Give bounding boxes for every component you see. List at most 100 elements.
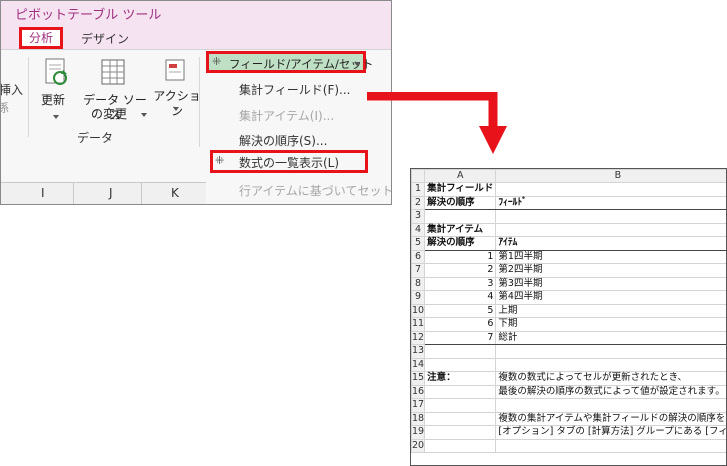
row-header[interactable]: 18	[411, 411, 426, 426]
row-header[interactable]: 7	[411, 263, 426, 278]
row-header[interactable]: 5	[411, 236, 426, 251]
tab-analyze[interactable]: 分析	[19, 27, 63, 49]
cell-b[interactable]: 最後の解決の順序の数式によって値が設定されます。	[495, 384, 726, 399]
row-header[interactable]: 2	[411, 195, 426, 210]
table-row: 14	[411, 357, 726, 372]
select-all-corner[interactable]	[411, 169, 426, 183]
column-header-b[interactable]: B	[495, 169, 726, 183]
menu-row-sets[interactable]: 行アイテムに基づいてセットを作	[239, 182, 391, 199]
chevron-down-icon	[53, 115, 59, 119]
row-header[interactable]: 1	[411, 182, 426, 197]
group-separator	[28, 57, 29, 137]
cell-a[interactable]	[424, 344, 497, 359]
cell-b[interactable]	[495, 344, 726, 359]
menu-list-formulas[interactable]: ⁜ 数式の一覧表示(L)	[210, 150, 368, 173]
cell-b[interactable]	[495, 209, 726, 224]
menu-calculated-item[interactable]: 集計アイテム(I)...	[239, 107, 334, 124]
refresh-button[interactable]: 更新	[37, 57, 75, 123]
group-separator	[199, 57, 200, 147]
table-row: 4 集計アイテム	[411, 222, 726, 237]
table-row: 16 最後の解決の順序の数式によって値が設定されます。	[411, 384, 726, 399]
cell-b[interactable]: 第2四半期	[495, 263, 726, 278]
cell-a[interactable]: 集計アイテム	[424, 222, 497, 237]
row-header[interactable]: 8	[411, 276, 426, 291]
cell-b[interactable]	[495, 357, 726, 372]
row-header[interactable]: 13	[411, 344, 426, 359]
column-header-a[interactable]: A	[424, 169, 497, 183]
cell-b[interactable]: 第1四半期	[495, 249, 726, 264]
cell-a[interactable]: 2	[424, 263, 497, 278]
cell-a[interactable]: 解決の順序	[424, 195, 497, 210]
table-row: 18 複数の集計アイテムや集計フィールドの解決の順序を変	[411, 411, 726, 426]
cell-a[interactable]: 6	[424, 317, 497, 332]
cell-a[interactable]: 解決の順序	[424, 236, 497, 251]
tab-design[interactable]: デザイン	[81, 30, 129, 47]
cell-a[interactable]	[424, 398, 497, 413]
row-header[interactable]: 17	[411, 398, 426, 413]
column-header-i[interactable]: I	[41, 186, 45, 200]
cell-a[interactable]: 集計フィールド	[424, 182, 497, 197]
insert-cut-label: 挿入	[0, 83, 24, 97]
refresh-icon	[45, 58, 67, 85]
row-header[interactable]: 20	[411, 438, 426, 453]
table-row: 17	[411, 398, 726, 413]
cell-b[interactable]: ｱｲﾃﾑ	[495, 236, 726, 251]
row-header[interactable]: 6	[411, 249, 426, 264]
row-header[interactable]: 14	[411, 357, 426, 372]
cell-b[interactable]: 複数の数式によってセルが更新されたとき、	[495, 371, 726, 386]
refresh-label: 更新	[41, 93, 66, 107]
cell-a[interactable]	[424, 438, 497, 453]
cell-a[interactable]	[424, 209, 497, 224]
cell-b[interactable]: 下期	[495, 317, 726, 332]
row-header[interactable]: 4	[411, 222, 426, 237]
action-button[interactable]: アクション	[151, 57, 201, 123]
table-row: 15 注意： 複数の数式によってセルが更新されたとき、	[411, 371, 726, 386]
column-header-k[interactable]: K	[171, 186, 179, 200]
sheet-grid: A B C D 1集計フィールド2解決の順序ﾌｨｰﾙﾄﾞ数式34集計アイテム5解…	[411, 169, 726, 453]
red-arrow-icon	[367, 92, 507, 154]
cell-b[interactable]: 上期	[495, 303, 726, 318]
column-divider	[141, 183, 142, 204]
change-source-label-2: の変更	[90, 107, 127, 121]
menu-calculated-field[interactable]: 集計フィールド(F)...	[239, 81, 350, 98]
cell-b[interactable]	[495, 182, 726, 197]
cell-a[interactable]	[424, 425, 497, 440]
column-divider	[73, 183, 74, 204]
cell-a[interactable]: 1	[424, 249, 497, 264]
row-header[interactable]: 19	[411, 425, 426, 440]
row-header[interactable]: 3	[411, 209, 426, 224]
cell-b[interactable]: 第3四半期	[495, 276, 726, 291]
chevron-down-icon	[141, 113, 147, 117]
table-row: 105上期=第1四半期 +第2四半期	[411, 303, 726, 318]
cell-a[interactable]	[424, 384, 497, 399]
row-header[interactable]: 11	[411, 317, 426, 332]
row-header[interactable]: 15	[411, 371, 426, 386]
row-header[interactable]: 12	[411, 330, 426, 345]
cell-b[interactable]: 複数の集計アイテムや集計フィールドの解決の順序を変	[495, 411, 726, 426]
cell-a[interactable]: 4	[424, 290, 497, 305]
cell-a[interactable]	[424, 411, 497, 426]
table-row: 94第4四半期='1' +'2' +'3'	[411, 290, 726, 305]
cell-a[interactable]	[424, 357, 497, 372]
column-header-row: A B C D	[411, 169, 726, 183]
cell-b[interactable]	[495, 222, 726, 237]
cell-b[interactable]: 総計	[495, 330, 726, 345]
row-header[interactable]: 9	[411, 290, 426, 305]
cell-a[interactable]: 5	[424, 303, 497, 318]
menu-solve-order[interactable]: 解決の順序(S)...	[239, 132, 327, 149]
cell-b[interactable]: ﾌｨｰﾙﾄﾞ	[495, 195, 726, 210]
cell-a[interactable]: 7	[424, 330, 497, 345]
cell-b[interactable]	[495, 438, 726, 453]
row-header[interactable]: 16	[411, 384, 426, 399]
table-row: 83第3四半期='10' +'11' +'12'	[411, 276, 726, 291]
change-data-source-button[interactable]: データ ソース の変更	[79, 57, 151, 123]
row-header[interactable]: 10	[411, 303, 426, 318]
cell-a[interactable]: 3	[424, 276, 497, 291]
fields-items-sets-button[interactable]: ⁜ フィールド/アイテム/セット	[206, 51, 373, 73]
cell-b[interactable]	[495, 398, 726, 413]
cell-a[interactable]: 注意：	[424, 371, 497, 386]
cell-b[interactable]: 第4四半期	[495, 290, 726, 305]
list-formulas-label: 数式の一覧表示(L)	[239, 156, 340, 170]
cell-b[interactable]: [オプション] タブの [計算方法] グループにある [フィー	[495, 425, 726, 440]
column-header-j[interactable]: J	[109, 186, 113, 200]
